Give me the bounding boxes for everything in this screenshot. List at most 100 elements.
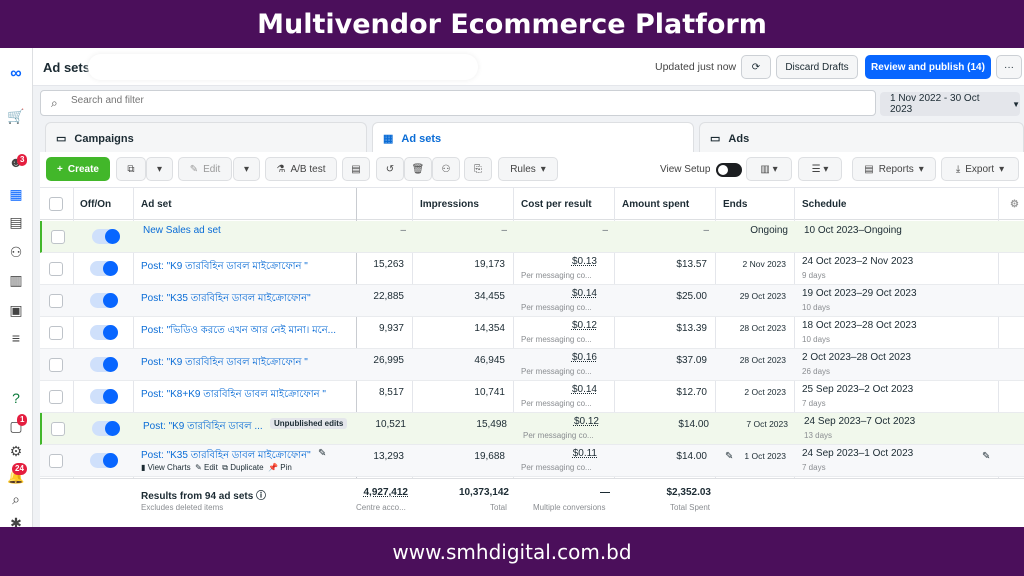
search-input[interactable] [71, 95, 571, 106]
discard-drafts-button[interactable]: Discard Drafts [776, 55, 858, 79]
search-icon[interactable]: ⌕ [6, 489, 26, 509]
row-toggle[interactable] [90, 261, 118, 276]
cpr-cell: – [602, 225, 608, 236]
clipboard-button[interactable]: ▤ [342, 157, 370, 181]
duplicate-action[interactable]: Duplicate [230, 463, 263, 472]
table-row[interactable]: Post: "K9 তারবিহিন ডাবল ... Unpublished … [40, 413, 1024, 445]
column-adset[interactable]: Ad set [141, 199, 172, 210]
select-all-checkbox[interactable] [49, 197, 63, 211]
column-ends[interactable]: Ends [723, 199, 747, 210]
row-checkbox[interactable] [51, 422, 65, 436]
date-range-picker[interactable]: 1 Nov 2022 - 30 Oct 2023 ▼ [880, 92, 1020, 116]
tab-label: Ads [728, 132, 750, 145]
view-charts-action[interactable]: View Charts [148, 463, 191, 472]
table-row[interactable]: Post: "K8+K9 তারবিহিন ডাবল মাইক্রোফোন " … [40, 381, 1024, 413]
tab-ads[interactable]: ▭ Ads [699, 122, 1024, 154]
duplicate-dropdown[interactable]: ▾ [146, 157, 173, 181]
edit-button[interactable]: ✎ Edit [178, 157, 232, 181]
edit-label: Edit [203, 163, 221, 175]
table-row[interactable]: New Sales ad set – – – – Ongoing 10 Oct … [40, 221, 1024, 253]
pages-icon[interactable]: ▤ [6, 212, 26, 232]
help-icon[interactable]: ? [6, 388, 26, 408]
settings-icon[interactable]: ⚙ [6, 441, 26, 461]
row-checkbox[interactable] [51, 230, 65, 244]
table-row[interactable]: Post: "ভিডিও করতে এখন আর নেই মানা। মনে..… [40, 317, 1024, 349]
menu-icon[interactable]: ≡ [6, 328, 26, 348]
info-icon[interactable]: ⓘ [256, 491, 266, 502]
audience-icon[interactable]: ⚇ [6, 242, 26, 262]
table-row[interactable]: Post: "K35 তারবিহিন ডাবল মাইক্রোফোন" ✎ ▮… [40, 445, 1024, 477]
adset-name-link[interactable]: Post: "K9 তারবিহিন ডাবল মাইক্রোফোন " [141, 259, 308, 276]
pin-action[interactable]: Pin [280, 463, 292, 472]
spent-cell: $37.09 [676, 355, 707, 366]
edit-action[interactable]: Edit [204, 463, 218, 472]
catalog-icon[interactable]: ▥ [6, 270, 26, 290]
spent-cell: $12.70 [676, 387, 707, 398]
row-toggle[interactable] [90, 293, 118, 308]
column-offon[interactable]: Off/On [80, 199, 111, 210]
row-checkbox[interactable] [49, 326, 63, 340]
table-icon[interactable]: ▦ [6, 184, 26, 204]
updated-status: Updated just now [655, 61, 737, 73]
tag-button[interactable]: ⚇ [432, 157, 460, 181]
adset-name-link[interactable]: Post: "ভিডিও করতে এখন আর নেই মানা। মনে..… [141, 323, 346, 340]
impressions-cell: 46,945 [474, 355, 505, 366]
rules-button[interactable]: Rules ▾ [498, 157, 558, 181]
bug-icon[interactable]: ✱ [6, 513, 26, 528]
table-row[interactable]: Post: "K9 তারবিহিন ডাবল মাইক্রোফোন " 15,… [40, 253, 1024, 285]
tab-campaigns[interactable]: ▭ Campaigns [45, 122, 367, 154]
adset-name-link[interactable]: Post: "K35 তারবিহিন ডাবল মাইক্রোফোন" [141, 291, 311, 308]
media-icon[interactable]: ▣ [6, 300, 26, 320]
refresh-button[interactable]: ⟳ [741, 55, 771, 79]
adset-name-link[interactable]: Post: "K8+K9 তারবিহিন ডাবল মাইক্রোফোন " [141, 387, 326, 404]
row-checkbox[interactable] [49, 390, 63, 404]
undo-button[interactable]: ↺ [376, 157, 404, 181]
preview-button[interactable]: ⎘ [464, 157, 492, 181]
duration: 10 days [802, 335, 831, 344]
export-button[interactable]: ⤓ Export ▾ [941, 157, 1019, 181]
shop-icon[interactable]: 🛒 [6, 106, 26, 126]
export-label: Export [965, 163, 995, 175]
column-cost-per-result[interactable]: Cost per result [521, 199, 592, 210]
column-impressions[interactable]: Impressions [420, 199, 479, 210]
banner-url: www.smhdigital.com.bd [0, 527, 1024, 576]
review-publish-button[interactable]: Review and publish (14) [865, 55, 991, 79]
duplicate-button[interactable]: ⧉ [116, 157, 146, 181]
download-icon: ⤓ [955, 163, 961, 175]
create-button[interactable]: + Create [46, 157, 110, 181]
tab-ad-sets[interactable]: ▦ Ad sets [372, 122, 694, 154]
row-toggle[interactable] [90, 453, 118, 468]
adset-name-link[interactable]: New Sales ad set [143, 225, 221, 236]
adset-name-link[interactable]: Post: "K9 তারবিহিন ডাবল মাইক্রোফোন " [141, 355, 308, 372]
reports-button[interactable]: ▤ Reports ▾ [852, 157, 936, 181]
impressions-total: 10,373,142 [458, 487, 509, 498]
row-toggle[interactable] [90, 389, 118, 404]
column-schedule[interactable]: Schedule [802, 199, 846, 210]
ab-test-button[interactable]: ⚗ A/B test [265, 157, 337, 181]
edit-name-icon[interactable]: ✎ [318, 448, 326, 459]
search-bar[interactable]: ⌕ [40, 90, 876, 116]
meta-logo-icon[interactable]: ∞ [6, 64, 26, 84]
columns-button[interactable]: ▥ ▾ [746, 157, 792, 181]
adset-name-link[interactable]: Post: "K9 তারবিহিন ডাবল ... [143, 419, 263, 436]
table-row[interactable]: Post: "K9 তারবিহিন ডাবল মাইক্রোফোন " 26,… [40, 349, 1024, 381]
breakdown-button[interactable]: ☰ ▾ [798, 157, 842, 181]
table-row[interactable]: Post: "K35 তারবিহিন ডাবল মাইক্রোফোন" 22,… [40, 285, 1024, 317]
row-toggle[interactable] [92, 421, 120, 436]
row-toggle[interactable] [90, 325, 118, 340]
view-setup-toggle[interactable] [716, 163, 742, 177]
row-checkbox[interactable] [49, 358, 63, 372]
excluded-note: Excludes deleted items [141, 503, 224, 512]
column-amount-spent[interactable]: Amount spent [622, 199, 689, 210]
settings-icon[interactable]: ⚙ [1010, 199, 1019, 210]
row-checkbox[interactable] [49, 294, 63, 308]
delete-button[interactable]: 🗑 [404, 157, 432, 181]
edit-schedule-icon[interactable]: ✎ [982, 451, 990, 462]
more-button[interactable]: ··· [996, 55, 1022, 79]
row-toggle[interactable] [92, 229, 120, 244]
edit-dropdown[interactable]: ▾ [233, 157, 260, 181]
row-checkbox[interactable] [49, 262, 63, 276]
cpr-cell: $0.16 [571, 352, 597, 363]
row-checkbox[interactable] [49, 454, 63, 468]
row-toggle[interactable] [90, 357, 118, 372]
